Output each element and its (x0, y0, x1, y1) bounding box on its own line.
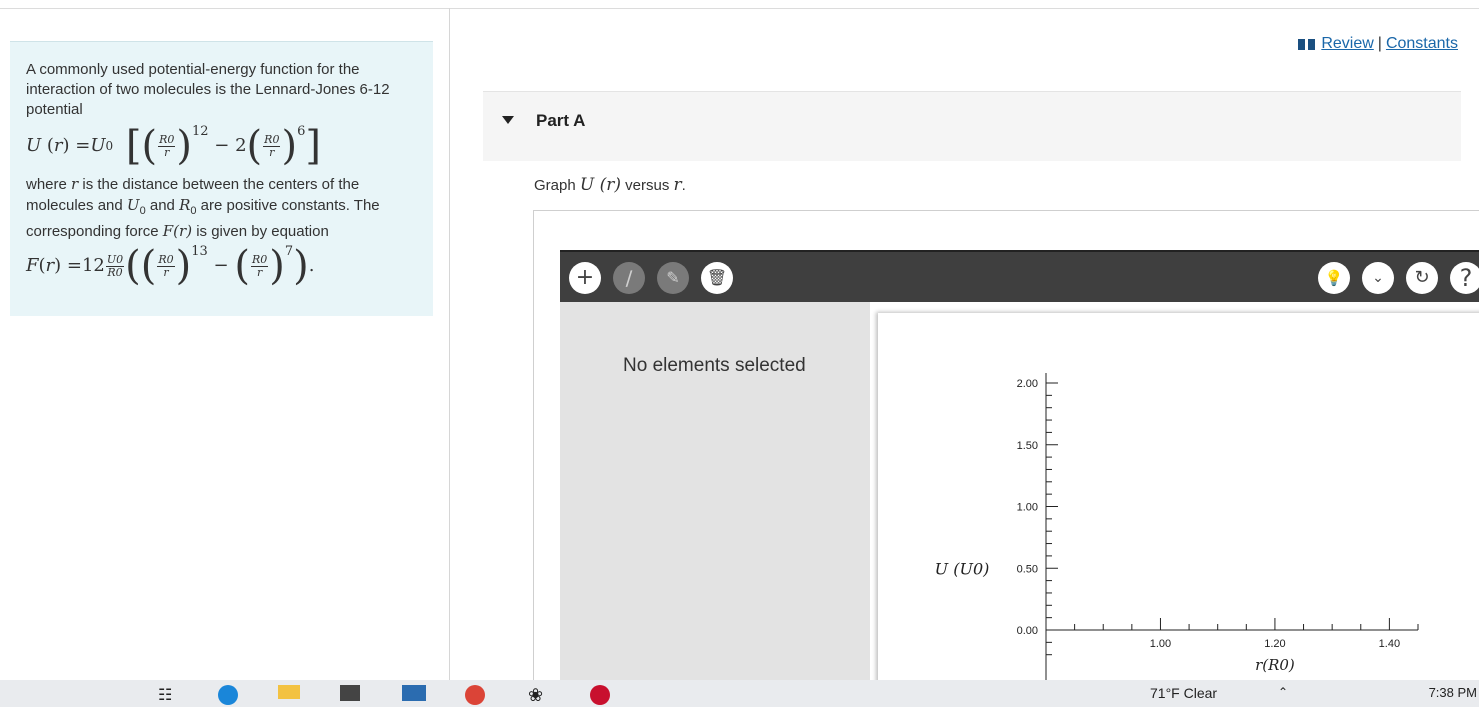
add-point-icon[interactable]: + (569, 262, 601, 294)
graph-toolbar: + ∕ ✎ 🗑 💡 ⌄ ↻ ? (560, 250, 1479, 302)
chevron-down-icon[interactable]: ⌄ (1362, 262, 1394, 294)
add-label-icon[interactable]: ✎ (657, 262, 689, 294)
no-selection-message: No elements selected (623, 355, 806, 376)
y-tick-label: 2.00 (1017, 378, 1038, 390)
potential-equation: U (r) = U0 [( R0 r ) 12 − 2 ( R0 r ) 6] (26, 123, 321, 169)
problem-intro: A commonly used potential-energy functio… (26, 61, 390, 118)
app-icon[interactable]: ❀ (528, 685, 543, 706)
edge-icon[interactable] (218, 685, 238, 705)
reset-icon[interactable]: ↻ (1406, 262, 1438, 294)
graph-svg[interactable]: 0.00 0.50 1.00 1.50 2.00 1.00 1.20 1.40 U (U0) r(… (878, 313, 1479, 693)
top-border (0, 8, 1479, 9)
weather-text[interactable]: 71°F Clear (1150, 685, 1217, 701)
task-view-icon[interactable]: ☷ (158, 685, 172, 705)
element-side-panel: No elements selected (560, 302, 870, 692)
file-explorer-icon[interactable] (278, 685, 300, 699)
y-axis-label: U (U0) (935, 559, 990, 578)
book-icon (1298, 38, 1316, 50)
x-axis-label: r(R0) (1255, 656, 1295, 674)
y-tick-label: 1.50 (1017, 440, 1038, 452)
store-icon[interactable] (340, 685, 360, 701)
x-tick-label: 1.20 (1264, 638, 1285, 650)
problem-statement: A commonly used potential-energy functio… (10, 41, 433, 316)
x-tick-label: 1.40 (1379, 638, 1400, 650)
y-tick-label: 0.50 (1017, 563, 1038, 575)
trash-icon[interactable]: 🗑 (701, 262, 733, 294)
no-line-icon[interactable]: ∕ (613, 262, 645, 294)
help-icon[interactable]: ? (1450, 262, 1479, 294)
tray-chevron-icon[interactable]: ⌃ (1278, 685, 1288, 699)
constants-link[interactable]: Constants (1386, 35, 1458, 53)
security-app-icon[interactable] (590, 685, 610, 705)
y-tick-label: 0.00 (1017, 625, 1038, 637)
force-equation: F(r) = 12 U0 R0 (( R0 r ) 13 − ( R0 r ) 7). (26, 243, 315, 289)
windows-taskbar: ☷ ❀ 71°F Clear ⌃ 7:38 PM (0, 680, 1479, 707)
clock-time[interactable]: 7:38 PM (1429, 685, 1477, 700)
collapse-triangle-icon[interactable] (502, 116, 514, 124)
review-link[interactable]: Review (1321, 35, 1373, 53)
part-a-header[interactable]: Part A (483, 91, 1461, 161)
mail-icon[interactable] (402, 685, 426, 701)
x-tick-label: 1.00 (1150, 638, 1171, 650)
hint-bulb-icon[interactable]: 💡 (1318, 262, 1350, 294)
column-divider (449, 8, 450, 680)
question-prompt: Graph U (r) versus r. (534, 175, 686, 195)
y-tick-label: 1.00 (1017, 502, 1038, 514)
problem-where: where r is the distance between the cent… (26, 175, 380, 240)
graph-canvas[interactable]: 0.00 0.50 1.00 1.50 2.00 1.00 1.20 1.40 U (U0) r(… (878, 313, 1479, 693)
review-constants-links: Review | Constants (1298, 35, 1458, 53)
part-a-label: Part A (536, 111, 586, 130)
chrome-icon[interactable] (465, 685, 485, 705)
